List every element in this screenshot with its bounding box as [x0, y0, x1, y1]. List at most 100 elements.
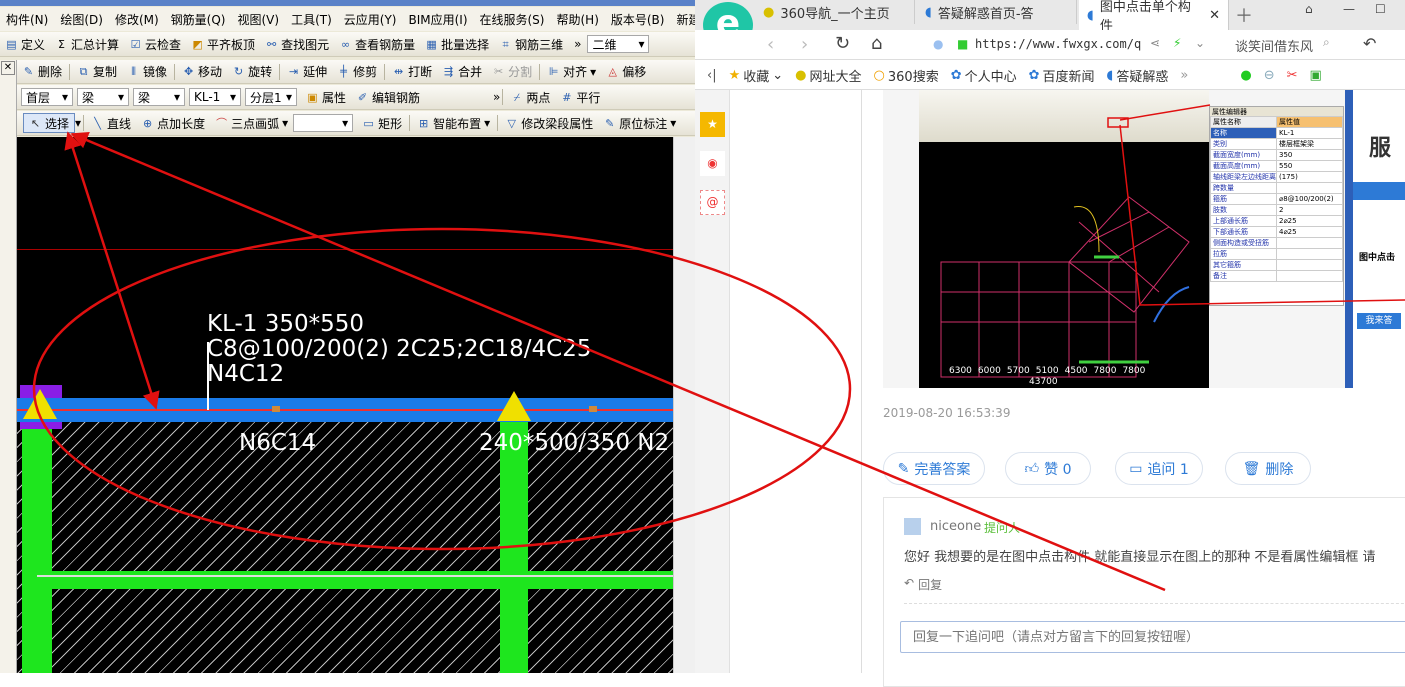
shirt-skin-icon[interactable]: ⌂ — [1305, 2, 1313, 16]
merge-button[interactable]: ⇶ 合并 — [437, 63, 487, 80]
lightning-icon[interactable]: ⚡ — [1173, 36, 1181, 50]
new-tab-icon[interactable]: ＋ — [1235, 2, 1253, 28]
mirror-button[interactable]: ⫴ 镜像 — [122, 63, 172, 80]
point-length-button[interactable]: ⊕ 点加长度 — [136, 115, 210, 132]
three-point-arc-button[interactable]: ⌒ 三点画弧 ▾ — [210, 115, 293, 132]
back-icon[interactable]: ‹ — [767, 34, 774, 55]
menu-item[interactable]: 绘图(D) — [54, 11, 109, 28]
undo-icon[interactable]: ↶ — [1363, 34, 1376, 53]
property-row[interactable]: 备注 — [1210, 270, 1343, 282]
copy-button[interactable]: ⧉ 复制 — [72, 63, 122, 80]
tab-qa-home[interactable]: ◖ 答疑解惑首页-答 — [917, 0, 1077, 24]
edit-rebar-button[interactable]: ✐ 编辑钢筋 — [351, 89, 425, 106]
property-row[interactable]: 侧面构造或受扭筋 — [1210, 237, 1343, 249]
weibo-icon[interactable]: ◉ — [700, 151, 725, 176]
bookmark-item[interactable]: ○ 360搜索 — [874, 66, 939, 85]
property-row[interactable]: 类别 楼层框架梁 — [1210, 138, 1343, 150]
menu-item[interactable]: 构件(N) — [0, 11, 54, 28]
like-button[interactable]: 👍︎ 赞 0 — [1005, 452, 1091, 485]
property-row[interactable]: 跨数量 — [1210, 182, 1343, 194]
dropdown-arrow-icon[interactable]: ▾ — [75, 116, 81, 130]
menu-item[interactable]: BIM应用(I) — [402, 11, 473, 28]
view-rebar-button[interactable]: ∞ 查看钢筋量 — [334, 36, 420, 53]
property-row[interactable]: 下部通长筋 4⌀25 — [1210, 226, 1343, 238]
cloud-check-button[interactable]: ☑ 云检查 — [124, 36, 186, 53]
overflow-chevron-icon[interactable]: » — [493, 90, 500, 104]
modify-beam-span-button[interactable]: ▽ 修改梁段属性 — [500, 115, 598, 132]
chevron-down-icon[interactable]: ⌄ — [1195, 36, 1205, 50]
search-icon[interactable]: ⌕ — [1323, 35, 1330, 50]
in-situ-annotation-button[interactable]: ✎ 原位标注 ▾ — [598, 115, 681, 132]
block-icon[interactable]: ⊖ — [1264, 68, 1275, 83]
improve-answer-button[interactable]: ✎ 完善答案 — [883, 452, 985, 485]
calculate-button[interactable]: Σ 汇总计算 — [50, 36, 124, 53]
tab-360-nav[interactable]: ● 360导航_一个主页 — [755, 0, 915, 24]
tab-active-question[interactable]: ◖ 图中点击单个构件 ✕ — [1079, 0, 1229, 34]
favorites-icon[interactable]: ★ — [700, 112, 725, 137]
define-button[interactable]: ▤ 定义 — [0, 36, 50, 53]
delete-button[interactable]: ✎ 删除 — [17, 63, 67, 80]
property-row[interactable]: 其它箍筋 — [1210, 259, 1343, 271]
break-button[interactable]: ⇹ 打断 — [387, 63, 437, 80]
property-row[interactable]: 拉筋 — [1210, 248, 1343, 260]
layer-select[interactable]: 分层1 ▾ — [245, 88, 297, 106]
menu-item-new[interactable]: 新建 — [670, 11, 695, 28]
bookmark-item[interactable]: ● 网址大全 — [795, 66, 861, 85]
bookmark-item[interactable]: ◖ 答疑解惑 — [1107, 66, 1169, 85]
minimize-icon[interactable]: — — [1343, 2, 1355, 16]
grip-point[interactable] — [589, 406, 597, 412]
bookmark-item[interactable]: ✿ 个人中心 — [951, 66, 1017, 85]
menu-item[interactable]: 视图(V) — [231, 11, 285, 28]
vertical-scrollbar[interactable] — [673, 137, 695, 673]
property-row[interactable]: 箍筋 ⌀8@100/200(2) — [1210, 193, 1343, 205]
smart-layout-button[interactable]: ⊞ 智能布置 ▾ — [412, 115, 495, 132]
type-select[interactable]: 梁 ▾ — [133, 88, 185, 106]
close-icon[interactable]: ✕ — [1, 61, 15, 75]
batch-select-button[interactable]: ▦ 批量选择 — [420, 36, 494, 53]
url-field[interactable]: https://www.fwxgx.com/q — [975, 37, 1141, 51]
menu-item[interactable]: 版本号(B) — [605, 11, 671, 28]
share-icon[interactable]: ⋖ — [1150, 36, 1160, 50]
rectangle-button[interactable]: ▭ 矩形 — [357, 115, 407, 132]
category-select[interactable]: 梁 ▾ — [77, 88, 129, 106]
parallel-button[interactable]: # 平行 — [555, 89, 605, 106]
drawing-canvas[interactable]: KL-1 350*550 C8@100/200(2) 2C25;2C18/4C2… — [17, 137, 673, 673]
properties-button[interactable]: ▣ 属性 — [301, 89, 351, 106]
mail-icon[interactable]: @ — [700, 190, 725, 215]
reply-input[interactable] — [900, 621, 1405, 653]
move-button[interactable]: ✥ 移动 — [177, 63, 227, 80]
menu-item[interactable]: 云应用(Y) — [338, 11, 403, 28]
reload-icon[interactable]: ↻ — [835, 33, 850, 54]
offset-button[interactable]: ◬ 偏移 — [601, 63, 651, 80]
green-circle-icon[interactable]: ● — [1240, 68, 1251, 83]
line-button[interactable]: ╲ 直线 — [86, 115, 136, 132]
align-slab-button[interactable]: ◩ 平齐板顶 — [186, 36, 260, 53]
bookmark-item[interactable]: ✿ 百度新闻 — [1029, 66, 1095, 85]
menu-item[interactable]: 在线服务(S) — [474, 11, 551, 28]
collapse-sidebar-icon[interactable]: ‹| — [707, 68, 717, 83]
trim-button[interactable]: ╪ 修剪 — [332, 63, 382, 80]
rotate-button[interactable]: ↻ 旋转 — [227, 63, 277, 80]
select-button[interactable]: ↖ 选择 — [23, 113, 76, 133]
property-row[interactable]: 肢数 2 — [1210, 204, 1343, 216]
find-element-button[interactable]: ⚯ 查找图元 — [260, 36, 334, 53]
followup-button[interactable]: ▭ 追问 1 — [1115, 452, 1203, 485]
two-point-button[interactable]: ⌿ 两点 — [505, 89, 555, 106]
close-tab-icon[interactable]: ✕ — [1209, 8, 1220, 23]
bookmark-favorites[interactable]: ★ 收藏 ⌄ — [729, 66, 784, 85]
align-button[interactable]: ⊫ 对齐 ▾ — [542, 63, 601, 80]
arc-mode-select[interactable]: ▾ — [293, 114, 354, 132]
floor-select[interactable]: 首层 ▾ — [21, 88, 73, 106]
forward-icon[interactable]: › — [801, 34, 808, 55]
menu-item[interactable]: 修改(M) — [109, 11, 165, 28]
comment-username[interactable]: niceone — [930, 519, 981, 534]
reply-link[interactable]: ↶ 回复 — [904, 576, 942, 593]
maximize-icon[interactable]: ☐ — [1375, 2, 1386, 16]
menu-item[interactable]: 钢筋量(Q) — [165, 11, 232, 28]
property-row[interactable]: 轴线距梁左边线距离 (175) — [1210, 171, 1343, 183]
grip-point[interactable] — [272, 406, 280, 412]
extend-button[interactable]: ⇥ 延伸 — [282, 63, 332, 80]
overflow-chevron-icon[interactable]: » — [1180, 68, 1188, 83]
home-icon[interactable]: ⌂ — [871, 33, 882, 54]
element-select[interactable]: KL-1 ▾ — [189, 88, 241, 106]
